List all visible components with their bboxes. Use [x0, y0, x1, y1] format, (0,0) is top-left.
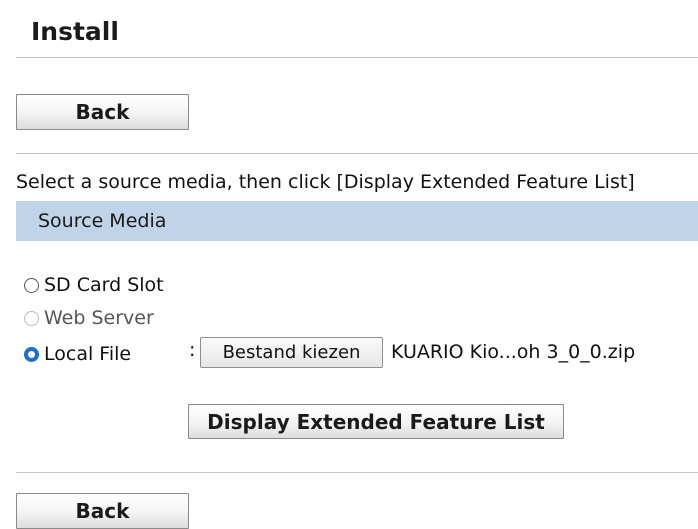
choose-file-button[interactable]: Bestand kiezen: [200, 337, 383, 368]
source-media-header: Source Media: [16, 201, 698, 241]
title-divider: [16, 57, 698, 58]
selected-file-name: KUARIO Kio...oh 3_0_0.zip: [391, 341, 636, 363]
display-extended-feature-list-button[interactable]: Display Extended Feature List: [188, 404, 564, 439]
radio-button-local-file[interactable]: [24, 346, 39, 362]
radio-label-sd-card: SD Card Slot: [44, 274, 164, 296]
radio-sd-card-slot[interactable]: SD Card Slot: [24, 273, 164, 297]
radio-label-web-server: Web Server: [44, 307, 154, 329]
source-media-header-label: Source Media: [38, 210, 167, 232]
instruction-text: Select a source media, then click [Displ…: [16, 171, 635, 193]
bottom-divider: [16, 472, 698, 473]
page-title: Install: [31, 17, 119, 46]
radio-local-file[interactable]: Local File: [24, 342, 131, 366]
back-button-top[interactable]: Back: [16, 94, 189, 130]
radio-button-web-server: [24, 310, 39, 326]
radio-label-local-file: Local File: [44, 343, 132, 365]
section-divider: [16, 153, 698, 154]
radio-web-server: Web Server: [24, 306, 154, 330]
local-file-separator: :: [189, 339, 196, 361]
radio-button-sd-card[interactable]: [24, 277, 39, 293]
back-button-bottom[interactable]: Back: [16, 493, 189, 529]
